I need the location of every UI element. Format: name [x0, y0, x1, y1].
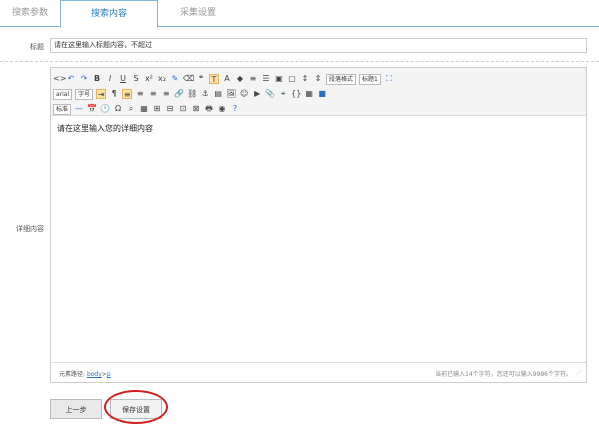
line-height-icon[interactable]: ⇕	[313, 74, 323, 84]
highlight-annotation-ring	[104, 390, 168, 424]
emotion-icon[interactable]: ☺	[239, 89, 249, 99]
align-center-icon[interactable]: ≡	[135, 89, 145, 99]
template-icon[interactable]: ▦	[304, 89, 314, 99]
heading-select[interactable]: 标题1	[359, 73, 381, 85]
merge-cells-icon[interactable]: ⊡	[178, 104, 188, 114]
image-icon[interactable]: 🖼	[226, 89, 236, 99]
print-icon[interactable]: 🖶	[204, 104, 214, 114]
indent-icon[interactable]: ⇥	[96, 89, 107, 99]
tab-search-params[interactable]: 搜索参数	[0, 0, 60, 27]
map-icon[interactable]: ⌖	[278, 89, 288, 99]
special-char-icon[interactable]: Ω	[113, 104, 123, 114]
tab-search-content[interactable]: 搜索内容	[60, 0, 158, 28]
direction-ltr-icon[interactable]: ¶	[109, 89, 119, 99]
font-family-select[interactable]: arial	[53, 88, 73, 100]
editor-toolbar: <> ↶ ↷ B I U S x² x₂ ✎ ⌫ ❝ T A ◆ ≡ ☰ ▣ ▢…	[51, 68, 586, 116]
content-label: 详细内容	[16, 225, 44, 233]
code-icon[interactable]: {}	[291, 89, 301, 99]
link-icon[interactable]: 🔗	[174, 89, 184, 99]
align-left-icon[interactable]: ≡	[122, 89, 133, 99]
bold-icon[interactable]: B	[92, 74, 102, 84]
strike-icon[interactable]: S	[131, 74, 141, 84]
title-input[interactable]: 请在这里输入标题内容，不超过	[50, 38, 587, 53]
list-unordered-icon[interactable]: ☰	[261, 74, 271, 84]
source-icon[interactable]: <>	[53, 74, 66, 84]
element-path: 元素路径: body>p	[59, 369, 111, 378]
table-icon[interactable]: ▦	[139, 104, 149, 114]
redo-icon[interactable]: ↷	[79, 74, 89, 84]
image-float-icon[interactable]: ▤	[213, 89, 223, 99]
divider	[0, 61, 599, 62]
format-painter-icon[interactable]: ✎	[170, 74, 180, 84]
highlight-icon[interactable]: ◆	[235, 74, 245, 84]
unlink-icon[interactable]: ⛓	[187, 89, 197, 99]
align-justify-icon[interactable]: ≡	[161, 89, 171, 99]
split-cells-icon[interactable]: ⊠	[191, 104, 201, 114]
clear-doc-icon[interactable]: ▢	[287, 74, 297, 84]
paste-text-icon[interactable]: T	[209, 74, 219, 84]
path-body-link[interactable]: body	[87, 371, 102, 378]
subscript-icon[interactable]: x₂	[157, 74, 167, 84]
attachment-icon[interactable]: 📎	[265, 89, 275, 99]
delete-row-icon[interactable]: ⊟	[165, 104, 175, 114]
prev-step-button[interactable]: 上一步	[50, 399, 102, 419]
date-icon[interactable]: 📅	[87, 104, 97, 114]
paragraph-select[interactable]: 段落格式	[326, 73, 357, 85]
rich-text-editor: <> ↶ ↷ B I U S x² x₂ ✎ ⌫ ❝ T A ◆ ≡ ☰ ▣ ▢…	[50, 67, 587, 383]
path-p-link[interactable]: p	[107, 371, 111, 378]
element-path-label: 元素路径:	[59, 371, 86, 378]
tab-collection-settings[interactable]: 采集设置	[158, 0, 238, 27]
title-label: 标题	[30, 43, 44, 51]
font-size-select[interactable]: 字号	[75, 88, 94, 100]
editor-content[interactable]: 请在这里输入您的详细内容	[57, 123, 153, 134]
list-ordered-icon[interactable]: ≡	[248, 74, 258, 84]
underline-icon[interactable]: U	[118, 74, 128, 84]
resize-grip-icon[interactable]: ⋰	[576, 369, 582, 376]
font-color-icon[interactable]: A	[222, 74, 232, 84]
insert-row-icon[interactable]: ⊞	[152, 104, 162, 114]
help-icon[interactable]: ?	[230, 104, 240, 114]
row-spacing-icon[interactable]: ↕	[300, 74, 310, 84]
horizontal-rule-icon[interactable]: —	[74, 104, 84, 114]
font-style-select[interactable]: 标准	[53, 103, 72, 115]
select-all-icon[interactable]: ▣	[274, 74, 284, 84]
eraser-icon[interactable]: ⌫	[183, 74, 194, 84]
superscript-icon[interactable]: x²	[144, 74, 154, 84]
quote-icon[interactable]: ❝	[196, 74, 206, 84]
video-icon[interactable]: ▶	[252, 89, 262, 99]
italic-icon[interactable]: I	[105, 74, 115, 84]
fullscreen-icon[interactable]: ⛶	[384, 74, 394, 84]
background-icon[interactable]: ■	[317, 89, 327, 99]
preview-icon[interactable]: ◉	[217, 104, 227, 114]
tab-bar: 搜索参数 搜索内容 采集设置	[0, 0, 599, 28]
search-replace-icon[interactable]: ⌕	[126, 104, 136, 114]
time-icon[interactable]: 🕐	[100, 104, 110, 114]
undo-icon[interactable]: ↶	[66, 74, 76, 84]
align-right-icon[interactable]: ≡	[148, 89, 158, 99]
word-count: 当前已输入14个字符，您还可以输入9986个字符。	[435, 371, 572, 378]
editor-status-bar: 元素路径: body>p 当前已输入14个字符，您还可以输入9986个字符。 ⋰	[51, 362, 586, 382]
anchor-icon[interactable]: ⚓	[200, 89, 210, 99]
